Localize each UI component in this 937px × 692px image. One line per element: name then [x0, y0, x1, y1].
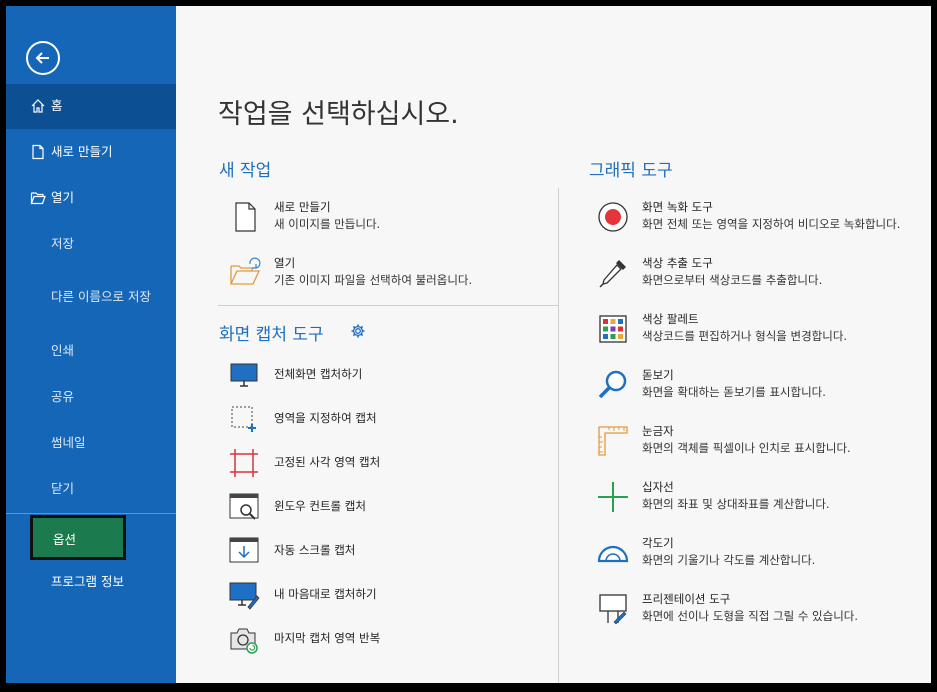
item-description: 기존 이미지 파일을 선택하여 불러옵니다. [274, 273, 473, 287]
capture-freeform-item[interactable]: 내 마음대로 캡처하기 [228, 579, 528, 611]
scroll-capture-icon [229, 537, 259, 563]
sidebar-item-save-as[interactable]: 다른 이름으로 저장 [6, 289, 176, 305]
capture-window-control-item[interactable]: 윈도우 컨트롤 캡처 [228, 491, 528, 523]
protractor-tool[interactable]: 각도기 화면의 기울기나 각도를 계산합니다. [596, 536, 926, 570]
item-title: 눈금자 [642, 424, 674, 438]
item-description: 화면으로부터 색상코드를 추출합니다. [642, 273, 823, 287]
item-title: 십자선 [642, 480, 674, 494]
item-title: 색상 팔레트 [642, 312, 699, 326]
item-description: 화면의 기울기나 각도를 계산합니다. [642, 553, 816, 567]
monitor-icon [230, 363, 258, 387]
color-palette-tool[interactable]: 색상 팔레트 색상코드를 편집하거나 형식을 변경합니다. [596, 312, 926, 346]
open-folder-icon [30, 192, 46, 205]
sidebar-item-open[interactable]: 열기 [6, 190, 176, 206]
sidebar-item-about[interactable]: 프로그램 정보 [6, 574, 176, 590]
protractor-icon [597, 545, 629, 563]
item-title: 돋보기 [642, 368, 674, 382]
sidebar-item-share[interactable]: 공유 [6, 389, 176, 405]
home-icon [31, 99, 45, 113]
palette-grid-icon [599, 315, 627, 343]
sidebar-item-label: 새로 만들기 [51, 144, 113, 159]
new-file-icon [235, 202, 256, 232]
magnifier-icon [598, 370, 627, 399]
item-label: 윈도우 컨트롤 캡처 [274, 499, 366, 513]
sidebar-item-label: 인쇄 [51, 343, 75, 358]
presentation-board-icon [599, 594, 627, 625]
sidebar-item-save[interactable]: 저장 [6, 236, 176, 252]
sidebar-item-label: 저장 [51, 236, 75, 251]
freeform-capture-icon [229, 582, 260, 610]
item-label: 마지막 캡처 영역 반복 [274, 631, 381, 645]
sidebar-item-thumbnail[interactable]: 썸네일 [6, 435, 176, 451]
sidebar-item-label: 프로그램 정보 [51, 574, 124, 589]
item-description: 화면의 좌표 및 상대좌표를 계산합니다. [642, 497, 830, 511]
fixed-rect-icon [230, 449, 258, 477]
open-image-item[interactable]: 열기 기존 이미지 파일을 선택하여 불러옵니다. [228, 256, 548, 290]
page-title: 작업을 선택하십시오. [218, 99, 459, 130]
item-label: 전체화면 캡처하기 [274, 367, 363, 381]
item-description: 화면 전체 또는 영역을 지정하여 비디오로 녹화합니다. [642, 217, 901, 231]
main-panel: 작업을 선택하십시오. 새 작업 새로 만들기 새 이미지를 만듭니다. 열기 … [176, 6, 931, 683]
settings-gear-icon[interactable] [350, 323, 366, 339]
sidebar: 홈 새로 만들기 열기 저장 다른 이름으로 저장 인쇄 공유 썸네일 닫기 옵… [6, 6, 176, 683]
capture-region-item[interactable]: 영역을 지정하여 캡처 [228, 403, 528, 435]
sidebar-item-label: 열기 [51, 190, 75, 205]
item-description: 새 이미지를 만듭니다. [274, 217, 381, 231]
presentation-tool[interactable]: 프리젠테이션 도구 화면에 선이나 도형을 직접 그릴 수 있습니다. [596, 592, 926, 626]
sidebar-item-label: 다른 이름으로 저장 [51, 289, 151, 304]
item-title: 각도기 [642, 536, 674, 550]
app-window: 홈 새로 만들기 열기 저장 다른 이름으로 저장 인쇄 공유 썸네일 닫기 옵… [6, 6, 931, 683]
new-image-item[interactable]: 새로 만들기 새 이미지를 만듭니다. [228, 200, 548, 234]
back-arrow-icon [35, 52, 49, 64]
item-title: 새로 만들기 [274, 200, 331, 214]
sidebar-item-new[interactable]: 새로 만들기 [6, 144, 176, 160]
item-title: 화면 녹화 도구 [642, 200, 713, 214]
section-title-capture: 화면 캡처 도구 [219, 325, 324, 345]
sidebar-item-label: 홈 [51, 98, 63, 113]
capture-fixed-rect-item[interactable]: 고정된 사각 영역 캡처 [228, 447, 528, 479]
item-title: 프리젠테이션 도구 [642, 592, 731, 606]
item-label: 자동 스크롤 캡처 [274, 543, 356, 557]
open-folder-icon [230, 257, 261, 285]
sidebar-item-label: 공유 [51, 389, 75, 404]
ruler-tool[interactable]: 눈금자 화면의 객체를 픽셀이나 인치로 표시합니다. [596, 424, 926, 458]
sidebar-item-options[interactable]: 옵션 [30, 515, 126, 560]
sidebar-item-close[interactable]: 닫기 [6, 481, 176, 497]
capture-auto-scroll-item[interactable]: 자동 스크롤 캡처 [228, 535, 528, 567]
ruler-icon [598, 426, 628, 456]
item-label: 내 마음대로 캡처하기 [274, 587, 377, 601]
sidebar-divider [6, 513, 176, 514]
color-picker-tool[interactable]: 색상 추출 도구 화면으로부터 색상코드를 추출합니다. [596, 256, 926, 290]
capture-repeat-last-item[interactable]: 마지막 캡처 영역 반복 [228, 623, 528, 655]
sidebar-item-label: 닫기 [51, 481, 75, 496]
section-divider [218, 305, 558, 306]
item-description: 화면을 확대하는 돋보기를 표시합니다. [642, 385, 826, 399]
new-file-icon [32, 144, 44, 160]
window-search-icon [229, 493, 259, 520]
section-title-graphic-tools: 그래픽 도구 [589, 161, 673, 181]
item-description: 화면에 선이나 도형을 직접 그릴 수 있습니다. [642, 609, 859, 623]
camera-repeat-icon [230, 628, 258, 654]
record-icon [598, 202, 628, 232]
sidebar-item-label: 썸네일 [51, 435, 86, 450]
capture-fullscreen-item[interactable]: 전체화면 캡처하기 [228, 359, 528, 391]
sidebar-item-home[interactable]: 홈 [6, 84, 176, 129]
item-title: 색상 추출 도구 [642, 256, 713, 270]
region-select-icon [231, 406, 256, 432]
back-button[interactable] [26, 41, 60, 75]
eyedropper-icon [599, 260, 626, 288]
crosshair-tool[interactable]: 십자선 화면의 좌표 및 상대좌표를 계산합니다. [596, 480, 926, 514]
sidebar-item-print[interactable]: 인쇄 [6, 343, 176, 359]
sidebar-item-label: 옵션 [53, 532, 77, 547]
section-title-new-task: 새 작업 [219, 161, 272, 181]
magnifier-tool[interactable]: 돋보기 화면을 확대하는 돋보기를 표시합니다. [596, 368, 926, 402]
item-description: 화면의 객체를 픽셀이나 인치로 표시합니다. [642, 441, 851, 455]
item-title: 열기 [274, 256, 296, 270]
column-divider [558, 188, 559, 683]
item-description: 색상코드를 편집하거나 형식을 변경합니다. [642, 329, 848, 343]
item-label: 고정된 사각 영역 캡처 [274, 455, 381, 469]
crosshair-icon [598, 482, 628, 512]
screen-record-tool[interactable]: 화면 녹화 도구 화면 전체 또는 영역을 지정하여 비디오로 녹화합니다. [596, 200, 926, 234]
item-label: 영역을 지정하여 캡처 [274, 411, 377, 425]
